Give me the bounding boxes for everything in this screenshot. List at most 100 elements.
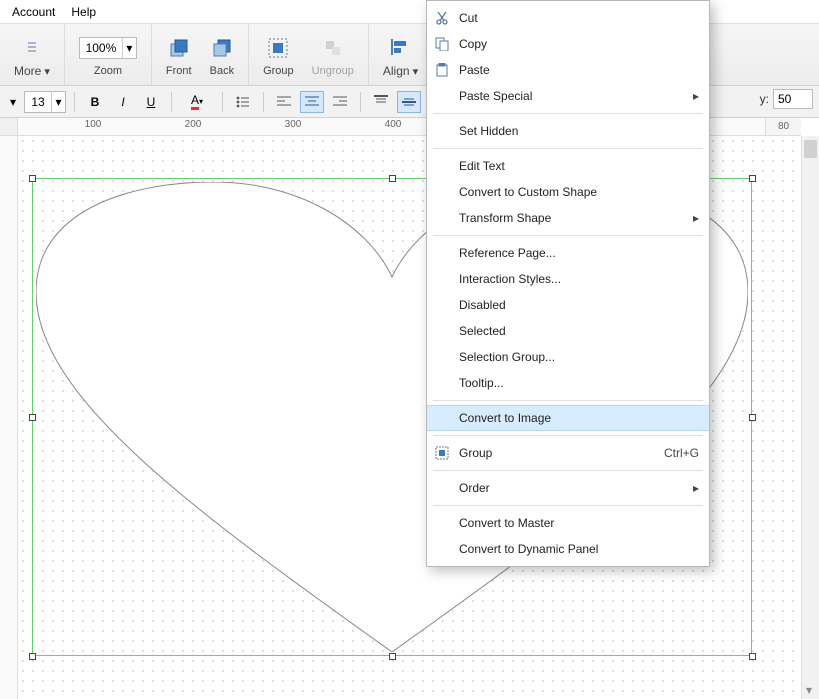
group-button[interactable] xyxy=(268,33,288,63)
zoom-label: Zoom xyxy=(94,65,122,77)
italic-button[interactable]: I xyxy=(111,91,135,113)
valign-top-button[interactable] xyxy=(369,91,393,113)
menu-account[interactable]: Account xyxy=(4,5,63,19)
ctx-selection-group[interactable]: Selection Group... xyxy=(427,344,709,370)
ctx-disabled[interactable]: Disabled xyxy=(427,292,709,318)
ruler-tick-label: 300 xyxy=(285,119,302,130)
ctx-convert-dynamic-label: Convert to Dynamic Panel xyxy=(459,542,598,556)
ctx-convert-master-label: Convert to Master xyxy=(459,516,554,530)
font-color-button[interactable]: A ▾ xyxy=(180,91,214,113)
ctx-copy-label: Copy xyxy=(459,37,487,51)
ctx-convert-to-dynamic-panel[interactable]: Convert to Dynamic Panel xyxy=(427,536,709,562)
ctx-order[interactable]: Order ▸ xyxy=(427,475,709,501)
ctx-group-label: Group xyxy=(459,446,492,460)
ctx-convert-to-master[interactable]: Convert to Master xyxy=(427,510,709,536)
align-label[interactable]: Align ▾ xyxy=(383,64,418,78)
font-size-box[interactable]: ▾ xyxy=(24,91,66,113)
ctx-divider xyxy=(433,505,703,506)
font-dropdown-arrow[interactable]: ▾ xyxy=(6,95,20,109)
ctx-group[interactable]: Group Ctrl+G xyxy=(427,440,709,466)
bullet-list-button[interactable] xyxy=(231,91,255,113)
ctx-selected[interactable]: Selected xyxy=(427,318,709,344)
menu-help[interactable]: Help xyxy=(63,5,104,19)
zoom-input[interactable] xyxy=(80,38,122,58)
font-size-input[interactable] xyxy=(25,92,51,112)
bold-button[interactable]: B xyxy=(83,91,107,113)
y-input[interactable] xyxy=(773,89,813,109)
separator xyxy=(263,92,264,112)
vertical-scrollbar[interactable]: ▾ xyxy=(801,136,819,699)
ruler-tick-label: 200 xyxy=(185,119,202,130)
align-right-button[interactable] xyxy=(328,91,352,113)
ctx-edit-text[interactable]: Edit Text xyxy=(427,153,709,179)
group-icon xyxy=(433,444,451,462)
zoom-dropdown[interactable]: ▾ xyxy=(122,38,136,58)
resize-handle-w[interactable] xyxy=(29,414,36,421)
front-label: Front xyxy=(166,65,192,77)
align-left-button[interactable] xyxy=(272,91,296,113)
more-icon[interactable] xyxy=(26,32,38,62)
scroll-thumb[interactable] xyxy=(804,140,817,158)
resize-handle-e[interactable] xyxy=(749,414,756,421)
separator xyxy=(360,92,361,112)
submenu-arrow-icon: ▸ xyxy=(693,481,699,495)
front-button[interactable] xyxy=(169,33,189,63)
valign-middle-button[interactable] xyxy=(397,91,421,113)
submenu-arrow-icon: ▸ xyxy=(693,211,699,225)
ruler-tick-label: 100 xyxy=(85,119,102,130)
separator xyxy=(171,92,172,112)
tool-group-zoom: ▾ Zoom xyxy=(65,24,152,85)
context-menu: Cut Copy Paste Paste Special ▸ Set Hidde… xyxy=(426,0,710,567)
align-button[interactable] xyxy=(390,32,410,62)
ctx-selected-label: Selected xyxy=(459,324,506,338)
ctx-copy[interactable]: Copy xyxy=(427,31,709,57)
ctx-transform-shape[interactable]: Transform Shape ▸ xyxy=(427,205,709,231)
ctx-reference-page[interactable]: Reference Page... xyxy=(427,240,709,266)
scroll-arrow-icon[interactable]: ▾ xyxy=(806,683,812,697)
resize-handle-nw[interactable] xyxy=(29,175,36,182)
ctx-interaction-styles[interactable]: Interaction Styles... xyxy=(427,266,709,292)
ctx-convert-to-image[interactable]: Convert to Image xyxy=(427,405,709,431)
ctx-set-hidden[interactable]: Set Hidden xyxy=(427,118,709,144)
ctx-convert-image-label: Convert to Image xyxy=(459,411,551,425)
ctx-divider xyxy=(433,148,703,149)
zoom-input-box[interactable]: ▾ xyxy=(79,37,137,59)
ctx-convert-custom-shape[interactable]: Convert to Custom Shape xyxy=(427,179,709,205)
ctx-paste-special-label: Paste Special xyxy=(459,89,532,103)
underline-button[interactable]: U xyxy=(139,91,163,113)
ctx-transform-label: Transform Shape xyxy=(459,211,551,225)
ctx-group-shortcut: Ctrl+G xyxy=(664,446,699,460)
resize-handle-se[interactable] xyxy=(749,653,756,660)
ctx-divider xyxy=(433,400,703,401)
ctx-paste[interactable]: Paste xyxy=(427,57,709,83)
font-size-dropdown[interactable]: ▾ xyxy=(51,92,65,112)
ctx-tooltip[interactable]: Tooltip... xyxy=(427,370,709,396)
ctx-selection-group-label: Selection Group... xyxy=(459,350,555,364)
submenu-arrow-icon: ▸ xyxy=(693,89,699,103)
ctx-set-hidden-label: Set Hidden xyxy=(459,124,518,138)
y-label: y: xyxy=(760,92,769,106)
ruler-corner xyxy=(0,118,18,136)
y-coord-box: y: xyxy=(760,86,819,112)
ctx-divider xyxy=(433,235,703,236)
resize-handle-sw[interactable] xyxy=(29,653,36,660)
separator xyxy=(222,92,223,112)
ctx-interaction-styles-label: Interaction Styles... xyxy=(459,272,561,286)
ctx-order-label: Order xyxy=(459,481,490,495)
resize-handle-ne[interactable] xyxy=(749,175,756,182)
ctx-cut[interactable]: Cut xyxy=(427,5,709,31)
tool-group-order: Front Back xyxy=(152,24,249,85)
ruler-tick-label: 400 xyxy=(385,119,402,130)
back-label: Back xyxy=(210,65,234,77)
back-button[interactable] xyxy=(212,33,232,63)
ungroup-label: Ungroup xyxy=(312,65,354,77)
ctx-paste-special[interactable]: Paste Special ▸ xyxy=(427,83,709,109)
more-label[interactable]: More ▾ xyxy=(14,64,50,78)
cut-icon xyxy=(433,9,451,27)
resize-handle-n[interactable] xyxy=(389,175,396,182)
align-center-button[interactable] xyxy=(300,91,324,113)
group-label: Group xyxy=(263,65,294,77)
separator xyxy=(74,92,75,112)
ctx-divider xyxy=(433,113,703,114)
resize-handle-s[interactable] xyxy=(389,653,396,660)
